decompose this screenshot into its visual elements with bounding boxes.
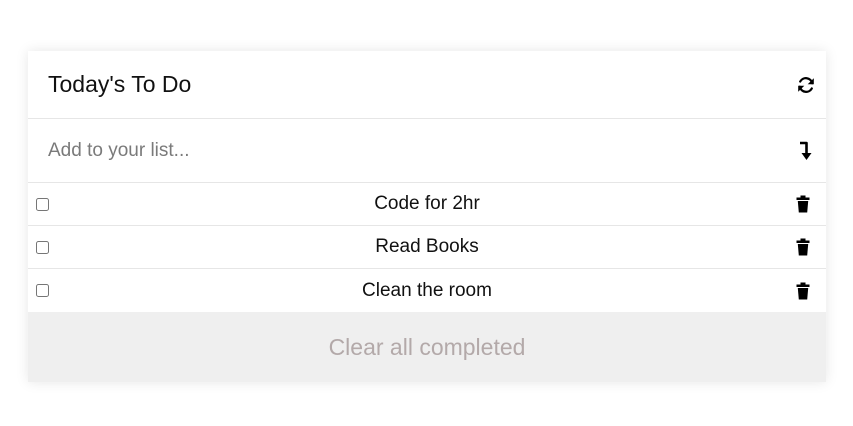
todo-text: Clean the room bbox=[362, 279, 492, 301]
enter-arrow-icon[interactable] bbox=[796, 139, 816, 163]
list-item: Clean the room bbox=[28, 269, 826, 312]
add-item-input[interactable] bbox=[48, 139, 796, 162]
todo-text: Read Books bbox=[375, 236, 479, 257]
trash-icon[interactable] bbox=[796, 282, 810, 300]
clear-completed-button[interactable]: Clear all completed bbox=[28, 312, 826, 382]
todo-checkbox[interactable] bbox=[36, 284, 49, 297]
todo-list: Code for 2hr Read Books Clean the room bbox=[28, 183, 826, 312]
list-item: Code for 2hr bbox=[28, 183, 826, 226]
add-item-row bbox=[28, 119, 826, 183]
page-title: Today's To Do bbox=[48, 71, 192, 97]
todo-checkbox[interactable] bbox=[36, 240, 49, 254]
trash-icon[interactable] bbox=[796, 195, 810, 213]
list-item: Read Books bbox=[28, 226, 826, 269]
trash-icon[interactable] bbox=[796, 238, 810, 256]
todo-card: Today's To Do Code for 2hr bbox=[28, 51, 826, 382]
refresh-icon[interactable] bbox=[796, 75, 816, 95]
todo-checkbox[interactable] bbox=[36, 197, 49, 211]
clear-completed-label: Clear all completed bbox=[328, 333, 526, 360]
todo-text: Code for 2hr bbox=[374, 193, 480, 214]
card-header: Today's To Do bbox=[28, 51, 826, 119]
